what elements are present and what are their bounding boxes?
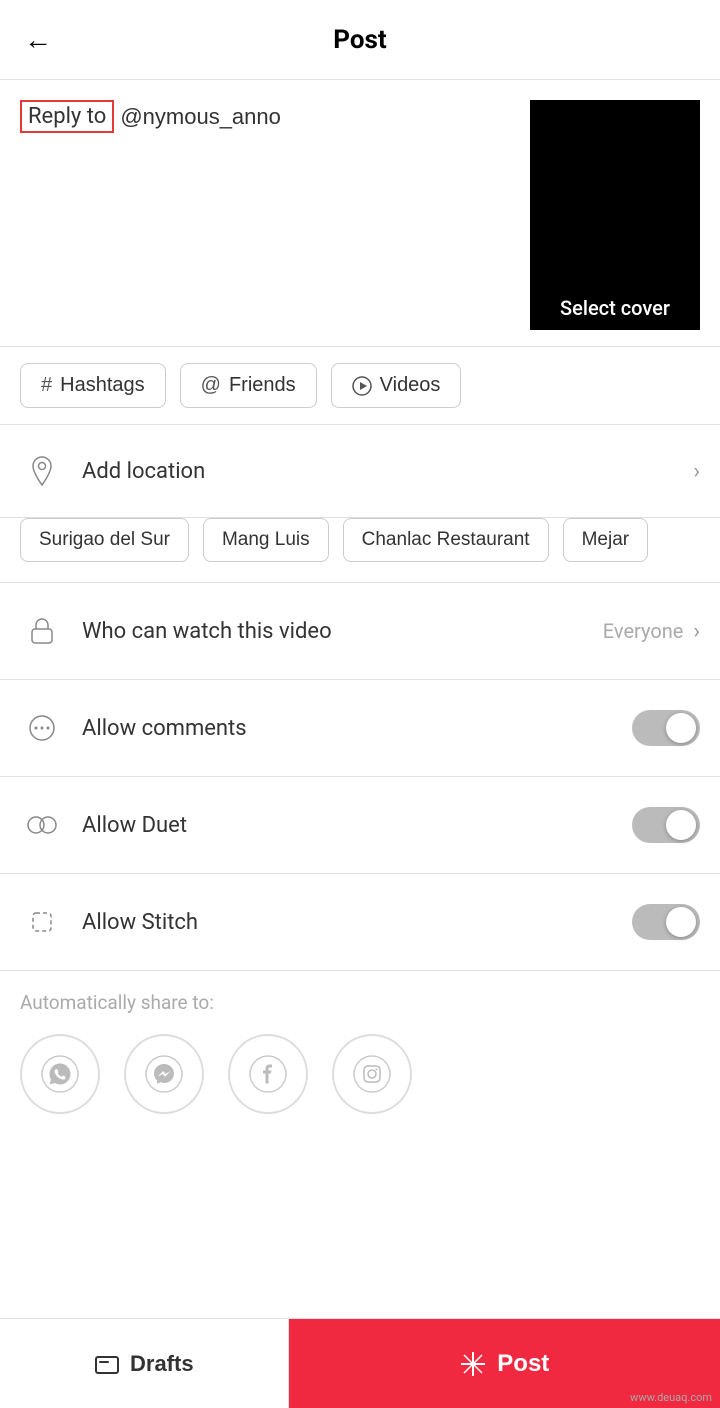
allow-duet-knob [666, 810, 696, 840]
messenger-button[interactable] [124, 1034, 204, 1114]
whatsapp-button[interactable] [20, 1034, 100, 1114]
location-chip-2[interactable]: Chanlac Restaurant [343, 518, 549, 562]
allow-stitch-row[interactable]: Allow Stitch [0, 874, 720, 971]
hashtag-icon: # [41, 374, 52, 397]
social-icons-row [0, 1024, 720, 1142]
location-chip-3[interactable]: Mejar [563, 518, 649, 562]
bottom-bar: Drafts Post [0, 1318, 720, 1408]
stitch-icon [20, 900, 64, 944]
play-icon [352, 376, 372, 396]
allow-stitch-label: Allow Stitch [82, 910, 632, 935]
location-chip-0[interactable]: Surigao del Sur [20, 518, 189, 562]
privacy-value: Everyone [603, 619, 684, 643]
post-sparkle-icon [459, 1350, 487, 1378]
allow-duet-label: Allow Duet [82, 813, 632, 838]
hashtags-button[interactable]: # Hashtags [20, 363, 166, 408]
add-location-label: Add location [82, 459, 693, 484]
auto-share-label: Automatically share to: [0, 971, 720, 1024]
location-pin-icon [20, 449, 64, 493]
friends-label: Friends [229, 374, 296, 397]
friends-button[interactable]: @ Friends [180, 363, 317, 408]
drafts-icon [94, 1353, 120, 1375]
location-suggestions: Surigao del Sur Mang Luis Chanlac Restau… [0, 518, 720, 583]
allow-comments-toggle[interactable] [632, 710, 700, 746]
reply-to-label: Reply to [20, 100, 114, 133]
facebook-button[interactable] [228, 1034, 308, 1114]
privacy-label: Who can watch this video [82, 619, 603, 644]
allow-stitch-toggle[interactable] [632, 904, 700, 940]
drafts-button[interactable]: Drafts [0, 1319, 289, 1408]
page-title: Post [333, 25, 386, 55]
location-chevron-icon: › [693, 459, 700, 484]
tag-row: # Hashtags @ Friends Videos [0, 347, 720, 425]
caption-input[interactable] [120, 104, 514, 130]
comments-icon [20, 706, 64, 750]
hashtags-label: Hashtags [60, 374, 145, 397]
cover-label: Select cover [530, 286, 700, 330]
page-header: ← Post [0, 0, 720, 80]
caption-area: Reply to Select cover [0, 80, 720, 347]
location-chip-1[interactable]: Mang Luis [203, 518, 329, 562]
drafts-label: Drafts [130, 1351, 194, 1377]
location-row[interactable]: Add location › [0, 425, 720, 518]
post-label: Post [497, 1350, 549, 1378]
allow-comments-label: Allow comments [82, 716, 632, 741]
reply-to-row: Reply to [20, 100, 514, 133]
privacy-row[interactable]: Who can watch this video Everyone › [0, 583, 720, 680]
instagram-button[interactable] [332, 1034, 412, 1114]
videos-label: Videos [380, 374, 441, 397]
videos-button[interactable]: Videos [331, 363, 462, 408]
at-icon: @ [201, 374, 221, 397]
watermark: www.deuaq.com [630, 1391, 712, 1404]
back-button[interactable]: ← [24, 23, 52, 56]
duet-icon [20, 803, 64, 847]
cover-thumbnail[interactable]: Select cover [530, 100, 700, 330]
allow-duet-row[interactable]: Allow Duet [0, 777, 720, 874]
privacy-chevron-icon: › [693, 619, 700, 644]
allow-comments-knob [666, 713, 696, 743]
caption-input-wrap: Reply to [20, 100, 514, 330]
allow-stitch-knob [666, 907, 696, 937]
privacy-lock-icon [20, 609, 64, 653]
allow-comments-row[interactable]: Allow comments [0, 680, 720, 777]
allow-duet-toggle[interactable] [632, 807, 700, 843]
